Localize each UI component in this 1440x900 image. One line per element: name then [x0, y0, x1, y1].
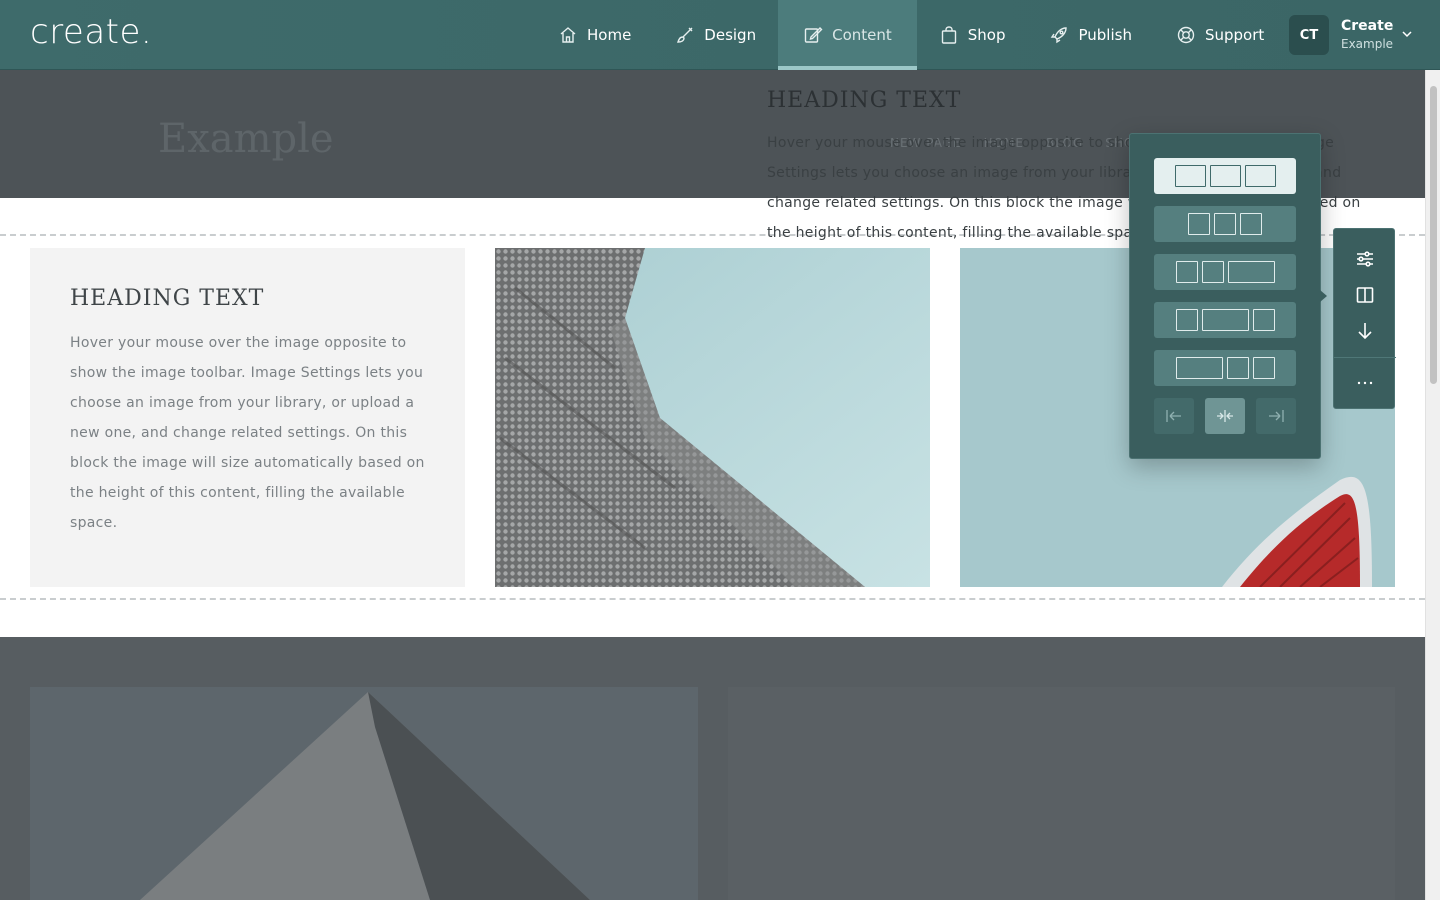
block-settings-button[interactable] — [1334, 241, 1396, 277]
layout-cell — [1240, 213, 1262, 235]
layout-cell — [1244, 165, 1276, 187]
block-image-1[interactable] — [495, 248, 930, 587]
nav-publish[interactable]: Publish — [1027, 0, 1153, 70]
nav-shop[interactable]: Shop — [917, 0, 1028, 70]
move-down-button[interactable] — [1334, 313, 1396, 349]
layout-option-small-small-wide[interactable] — [1154, 254, 1296, 290]
align-center-icon — [1217, 410, 1233, 422]
nav-home-label: Home — [587, 26, 632, 44]
rocket-icon — [1051, 27, 1068, 44]
page-scrollbar[interactable] — [1425, 70, 1440, 900]
nav-support[interactable]: Support — [1154, 0, 1286, 70]
layout-cell — [1252, 309, 1275, 331]
block-body-text[interactable]: Hover your mouse over the image opposite… — [70, 328, 425, 538]
nav-content-label: Content — [832, 26, 892, 44]
nav-shop-label: Shop — [967, 26, 1006, 44]
layout-option-equal-three[interactable] — [1154, 158, 1296, 194]
nav-support-label: Support — [1204, 26, 1265, 44]
layout-cell — [1226, 357, 1249, 379]
building-illustration-3 — [30, 687, 698, 900]
lower-content-block[interactable] — [0, 637, 1425, 900]
layout-cell — [1201, 261, 1224, 283]
account-menu[interactable]: CT Create Example — [1289, 15, 1393, 55]
nav-home[interactable]: Home — [536, 0, 653, 70]
align-center-button[interactable] — [1205, 398, 1245, 434]
block-heading[interactable]: HEADING TEXT — [70, 286, 264, 311]
lifebuoy-icon — [1177, 26, 1195, 44]
nav-publish-label: Publish — [1078, 26, 1132, 44]
layout-cell — [1188, 213, 1210, 235]
home-icon — [560, 27, 576, 43]
align-left-icon — [1166, 410, 1181, 422]
layout-cell — [1175, 357, 1223, 379]
scrollbar-thumb[interactable] — [1430, 86, 1437, 384]
block-toolbar — [1333, 228, 1396, 409]
layout-cell — [1201, 309, 1249, 331]
site-title: Example — [158, 116, 334, 162]
lower-image[interactable] — [30, 687, 698, 900]
app-topbar: create. Home Design Content Shop Publish… — [0, 0, 1440, 70]
nav-content[interactable]: Content — [778, 0, 917, 70]
brush-icon — [677, 27, 693, 43]
account-name: Create — [1341, 18, 1394, 34]
account-site: Example — [1341, 37, 1394, 51]
text-panel[interactable]: HEADING TEXT Hover your mouse over the i… — [30, 248, 465, 587]
more-options-button[interactable] — [1334, 365, 1396, 401]
main-nav: Home Design Content Shop Publish Support — [536, 0, 1286, 70]
arrow-down-icon — [1358, 323, 1372, 340]
align-left-button[interactable] — [1154, 398, 1194, 434]
align-right-icon — [1269, 410, 1284, 422]
column-layout-button[interactable] — [1334, 277, 1396, 313]
edit-icon — [804, 27, 823, 43]
column-layout-popover — [1129, 133, 1327, 459]
layout-cell — [1227, 261, 1275, 283]
layout-cell — [1214, 213, 1236, 235]
lower-text-panel — [728, 687, 1395, 900]
settings-sliders-icon — [1357, 251, 1373, 267]
layout-cell — [1252, 357, 1275, 379]
layout-cell — [1175, 309, 1198, 331]
layout-option-small-wide-small[interactable] — [1154, 302, 1296, 338]
account-text: Create Example — [1341, 17, 1393, 53]
toolbar-divider — [1334, 357, 1396, 358]
layout-cell — [1209, 165, 1241, 187]
columns-layout-icon — [1356, 287, 1374, 303]
avatar[interactable]: CT — [1289, 15, 1329, 55]
nav-design-label: Design — [704, 26, 757, 44]
chevron-down-icon[interactable] — [1401, 28, 1413, 40]
bag-icon — [941, 26, 956, 44]
block-bottom-divider — [0, 598, 1425, 600]
nav-design[interactable]: Design — [653, 0, 778, 70]
building-illustration-1 — [495, 248, 930, 587]
layout-cell — [1175, 261, 1198, 283]
align-right-button[interactable] — [1256, 398, 1296, 434]
layout-option-equal-three-narrow[interactable] — [1154, 206, 1296, 242]
lower-heading[interactable]: HEADING TEXT — [767, 88, 961, 113]
app-logo[interactable]: create. — [30, 12, 152, 52]
more-icon — [1357, 381, 1373, 385]
layout-cell — [1174, 165, 1206, 187]
layout-option-wide-small-small[interactable] — [1154, 350, 1296, 386]
